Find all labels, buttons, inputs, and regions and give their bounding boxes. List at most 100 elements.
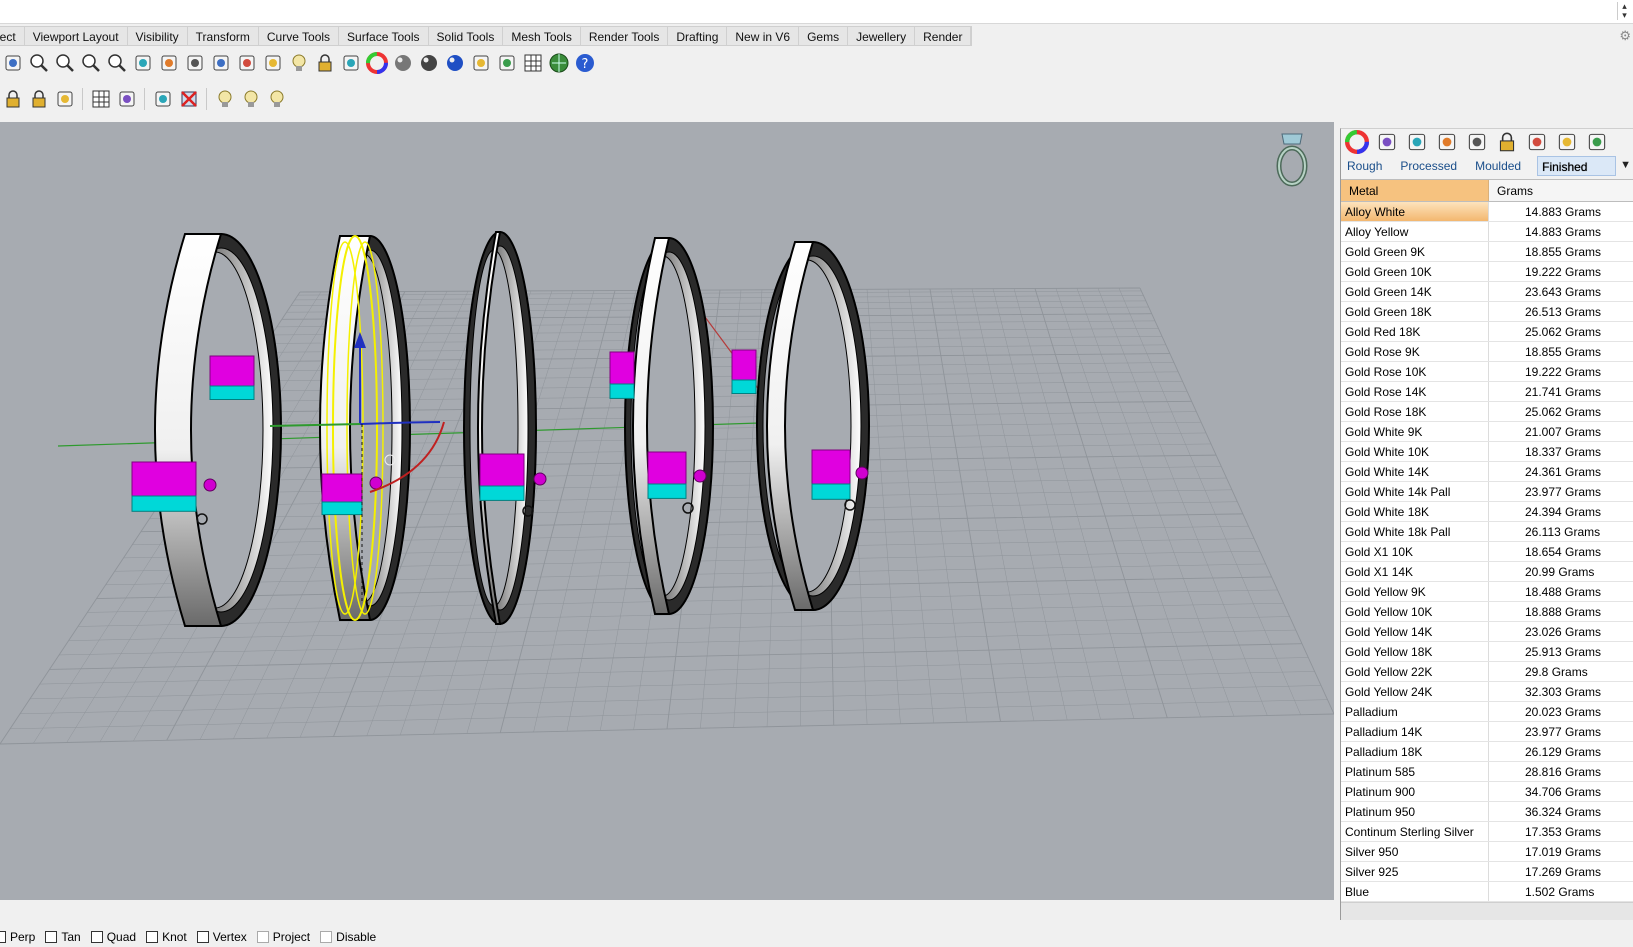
osnap-tan[interactable]: Tan [45,930,81,944]
command-history[interactable]: ▴ ▾ [0,0,1633,24]
osnap-checkbox[interactable] [320,930,333,943]
table-row[interactable]: Alloy White 14.883 Grams [1341,202,1633,222]
four-viewports-icon[interactable] [156,50,182,76]
globe-icon[interactable] [546,50,572,76]
gumball-handle[interactable] [203,478,217,492]
subtab-processed[interactable]: Processed [1398,156,1463,176]
rendered-sphere-icon[interactable] [416,50,442,76]
perspective-viewport[interactable] [0,122,1334,900]
shaded-sphere-icon[interactable] [390,50,416,76]
light-3-icon[interactable] [264,86,290,112]
table-row[interactable]: Gold X1 14K 20.99 Grams [1341,562,1633,582]
table-row[interactable]: Gold Rose 9K 18.855 Grams [1341,342,1633,362]
select-dotted-icon[interactable] [114,86,140,112]
clock-icon[interactable] [1495,131,1519,153]
lock-icon[interactable] [312,50,338,76]
table-row[interactable]: Gold Green 18K 26.513 Grams [1341,302,1633,322]
table-row[interactable]: Gold Rose 10K 19.222 Grams [1341,362,1633,382]
command-scroll-arrows-icon[interactable]: ▴ ▾ [1617,2,1631,20]
table-row[interactable]: Gold Yellow 22K 29.8 Grams [1341,662,1633,682]
ring-model[interactable] [463,231,537,625]
copy-lock-icon[interactable] [26,86,52,112]
blue-sphere-icon[interactable] [442,50,468,76]
table-row[interactable]: Platinum 950 36.324 Grams [1341,802,1633,822]
help-icon[interactable]: ? [572,50,598,76]
gear-icon[interactable]: ⚙ [1619,28,1631,44]
ring-navigation-icon[interactable] [1272,130,1314,188]
circle-gray-icon[interactable] [234,50,260,76]
osnap-checkbox[interactable] [90,930,103,943]
tab-surface-tools[interactable]: Surface Tools [339,27,429,45]
tab-gems[interactable]: Gems [799,27,849,45]
table-row[interactable]: Silver 950 17.019 Grams [1341,842,1633,862]
shield-icon[interactable] [1375,131,1399,153]
tab-transform[interactable]: Transform [188,27,259,45]
osnap-checkbox[interactable] [45,930,58,943]
metal-column-header[interactable]: Metal [1341,180,1489,201]
tab-curve-tools[interactable]: Curve Tools [259,27,340,45]
osnap-checkbox[interactable] [196,930,209,943]
table-row[interactable]: Gold Yellow 14K 23.026 Grams [1341,622,1633,642]
zoom-selected-icon[interactable] [104,50,130,76]
car-gray-icon[interactable] [208,50,234,76]
table-row[interactable]: Gold Yellow 24K 32.303 Grams [1341,682,1633,702]
rotate-view-icon[interactable] [130,50,156,76]
table-row[interactable]: Platinum 900 34.706 Grams [1341,782,1633,802]
gear-icon[interactable] [1585,131,1609,153]
swap-icon[interactable] [52,86,78,112]
shield-icon[interactable] [338,50,364,76]
tab-viewport-layout[interactable]: Viewport Layout [25,27,128,45]
gumball-handle[interactable] [855,466,869,480]
osnap-checkbox[interactable] [256,930,269,943]
tab-drafting[interactable]: Drafting [668,27,728,45]
color-wheel-icon[interactable] [1345,130,1369,154]
osnap-vertex[interactable]: Vertex [196,930,247,944]
tab-visibility[interactable]: Visibility [128,27,188,45]
gem-icon[interactable] [1465,131,1489,153]
table-row[interactable]: Palladium 18K 26.129 Grams [1341,742,1633,762]
table-row[interactable]: Continum Sterling Silver 17.353 Grams [1341,822,1633,842]
tab-jewellery[interactable]: Jewellery [848,27,916,45]
table-row[interactable]: Blue 1.502 Grams [1341,882,1633,902]
table-row[interactable]: Gold White 14k Pall 23.977 Grams [1341,482,1633,502]
table-row[interactable]: Alloy Yellow 14.883 Grams [1341,222,1633,242]
gumball-handle[interactable] [693,469,707,483]
tab-mesh-tools[interactable]: Mesh Tools [503,27,581,45]
ring-model[interactable] [154,233,282,627]
table-row[interactable]: Palladium 20.023 Grams [1341,702,1633,722]
table-row[interactable]: Gold White 9K 21.007 Grams [1341,422,1633,442]
table-row[interactable]: Gold Yellow 10K 18.888 Grams [1341,602,1633,622]
grams-column-header[interactable]: Grams [1489,180,1633,201]
table-row[interactable]: Gold Yellow 18K 25.913 Grams [1341,642,1633,662]
horizontal-scrollbar[interactable] [1341,902,1633,920]
rg-icon[interactable] [1435,131,1459,153]
osnap-quad[interactable]: Quad [90,930,136,944]
scene-canvas[interactable] [0,122,1334,900]
color-wheel-icon[interactable] [364,50,390,76]
snap-grid-icon[interactable] [520,50,546,76]
osnap-checkbox[interactable] [0,930,6,943]
table-row[interactable]: Gold X1 10K 18.654 Grams [1341,542,1633,562]
select-grid-icon[interactable] [88,86,114,112]
pan-icon[interactable] [0,50,26,76]
light-2-icon[interactable] [238,86,264,112]
table-row[interactable]: Gold Yellow 9K 18.488 Grams [1341,582,1633,602]
table-row[interactable]: Palladium 14K 23.977 Grams [1341,722,1633,742]
padlock-icon[interactable] [0,86,26,112]
monitor-icon[interactable] [1405,131,1429,153]
named-view-icon[interactable] [260,50,286,76]
table-row[interactable]: Gold Green 9K 18.855 Grams [1341,242,1633,262]
tab-solid-tools[interactable]: Solid Tools [429,27,504,45]
zoom-extents-icon[interactable] [78,50,104,76]
box-icon[interactable] [1525,131,1549,153]
pen-icon[interactable] [468,50,494,76]
zoom-icon[interactable] [26,50,52,76]
table-row[interactable]: Gold Green 14K 23.643 Grams [1341,282,1633,302]
zoom-window-icon[interactable] [52,50,78,76]
car-icon[interactable] [182,50,208,76]
subtab-rough[interactable]: Rough [1345,156,1388,176]
delete-icon[interactable] [176,86,202,112]
osnap-knot[interactable]: Knot [146,930,187,944]
osnap-checkbox[interactable] [146,930,159,943]
osnap-disable[interactable]: Disable [320,930,376,944]
